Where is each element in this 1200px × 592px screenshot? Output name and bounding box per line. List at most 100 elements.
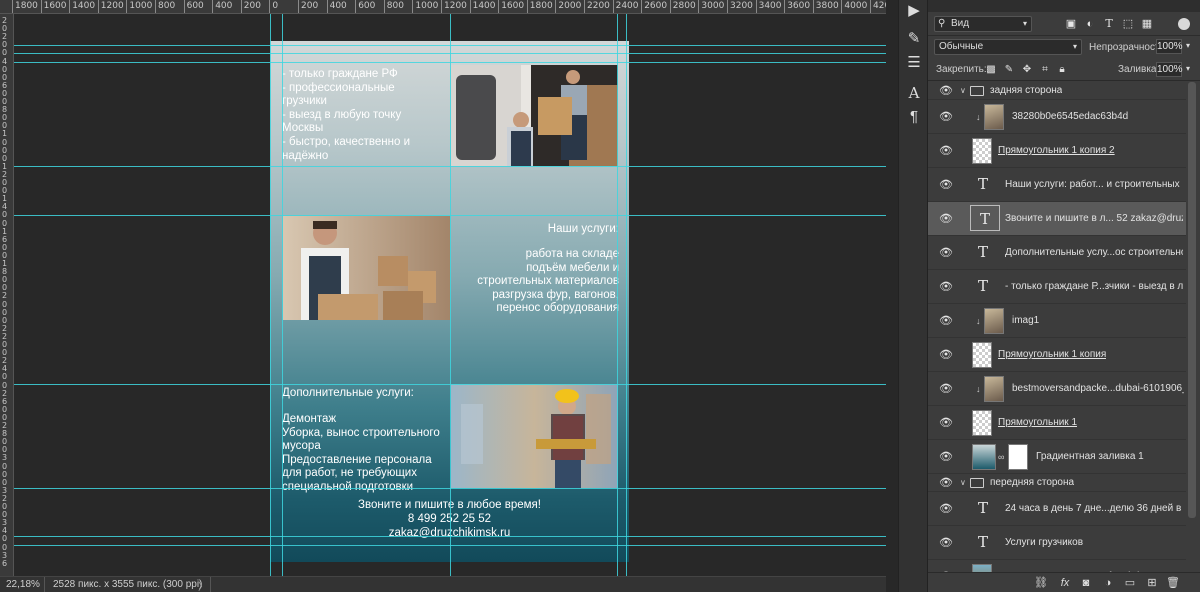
guide-vertical[interactable] xyxy=(617,14,618,576)
services-list[interactable]: работа на складе подъём мебели и строите… xyxy=(459,248,619,316)
layer-name[interactable]: Услуги грузчиков xyxy=(1005,537,1083,548)
filter-adjustment-icon[interactable]: ◐ xyxy=(1083,17,1097,31)
layer-name[interactable]: imag1 xyxy=(1012,315,1039,326)
filter-toggle[interactable] xyxy=(1178,18,1190,30)
text-requirements[interactable]: - только граждане РФ - профессиональные … xyxy=(282,68,432,163)
canvas-area[interactable]: - только граждане РФ - профессиональные … xyxy=(14,14,886,576)
layer-group[interactable]: 👁︎ ∨ задняя сторона xyxy=(928,82,1186,100)
adjustment-layer-icon[interactable]: ◑ xyxy=(1101,576,1115,590)
layer-name[interactable]: Градиентная заливка 1 xyxy=(1036,451,1144,462)
layer-name[interactable]: - только граждане Р...зчики - выезд в лю… xyxy=(1005,281,1183,292)
lock-pixels-icon[interactable]: ✎ xyxy=(1002,63,1016,77)
layer-name[interactable]: Звоните и пишите в л... 52 zakaz@druzchi… xyxy=(1005,213,1183,224)
layer-name[interactable]: bestmoversandpacke...dubai-6101906_1920 xyxy=(1012,383,1184,394)
document-info[interactable]: 2528 пикс. x 3555 пикс. (300 ppi) xyxy=(44,577,212,592)
chevron-down-icon[interactable]: ∨ xyxy=(960,86,966,95)
link-layers-icon[interactable]: ⛓︎ xyxy=(1034,576,1048,590)
layer-item[interactable]: 👁︎ T Дополнительные услу...ос строительн… xyxy=(928,236,1186,270)
eye-icon[interactable]: 👁︎ xyxy=(938,314,954,328)
eye-icon[interactable]: 👁︎ xyxy=(938,280,954,294)
fx-icon[interactable]: fx xyxy=(1058,576,1072,590)
new-group-icon[interactable]: ▭ xyxy=(1123,576,1137,590)
photo-movers-van[interactable] xyxy=(451,65,618,166)
photo-worker-helmet[interactable] xyxy=(451,384,618,488)
lock-all-icon[interactable]: 🔒︎ xyxy=(1055,63,1069,77)
layer-item[interactable]: 👁︎ Прямоугольник 1 копия xyxy=(928,338,1186,372)
layer-name[interactable]: Прямоугольник 1 копия 2 xyxy=(998,145,1115,156)
new-layer-icon[interactable]: ⊞ xyxy=(1145,576,1159,590)
brush-settings-icon[interactable]: ✎ xyxy=(903,28,925,50)
layer-name[interactable]: Дополнительные услу...ос строительного м xyxy=(1005,247,1183,258)
guide-vertical[interactable] xyxy=(626,14,627,576)
layer-item[interactable]: 👁︎ ↓ 38280b0e6545edac63b4d xyxy=(928,100,1186,134)
opacity-dropdown-icon[interactable]: ▾ xyxy=(1186,41,1190,50)
eye-icon[interactable]: 👁︎ xyxy=(938,348,954,362)
lock-transparent-icon[interactable]: ▩ xyxy=(984,63,998,77)
extra-services-title[interactable]: Дополнительные услуги: xyxy=(282,387,442,401)
extra-services-list[interactable]: Демонтаж Уборка, вынос строительного мус… xyxy=(282,413,452,495)
kind-filter-select[interactable]: ⚲ Вид ▾ xyxy=(934,16,1032,32)
eye-icon[interactable]: 👁︎ xyxy=(938,110,954,124)
zoom-level[interactable]: 22,18% xyxy=(6,579,40,590)
layer-item[interactable]: 👁︎ Прямоугольник 1 xyxy=(928,406,1186,440)
eye-icon[interactable]: 👁︎ xyxy=(938,536,954,550)
add-mask-icon[interactable]: ◙ xyxy=(1079,576,1093,590)
eye-icon[interactable]: 👁︎ xyxy=(938,246,954,260)
adjust-icon[interactable]: ☰ xyxy=(903,52,925,74)
guide-vertical[interactable] xyxy=(270,14,271,576)
layer-group[interactable]: 👁︎ ∨ передняя сторона xyxy=(928,474,1186,492)
layer-item[interactable]: 👁︎ T 24 часа в день 7 дне...делю 36 дней… xyxy=(928,492,1186,526)
photo-worker-box[interactable] xyxy=(283,216,450,320)
layer-item[interactable]: 👁︎ T Наши услуги: работ... и строительны… xyxy=(928,168,1186,202)
eye-icon[interactable]: 👁︎ xyxy=(938,178,954,192)
eye-icon[interactable]: 👁︎ xyxy=(938,84,954,98)
layer-item[interactable]: 👁︎ ↓ bestmoversandpacke...dubai-6101906_… xyxy=(928,372,1186,406)
eye-icon[interactable]: 👁︎ xyxy=(938,144,954,158)
guide-vertical[interactable] xyxy=(282,14,283,576)
eye-icon[interactable]: 👁︎ xyxy=(938,382,954,396)
layer-item[interactable]: 👁︎ ∞ Градиентная заливка 1 xyxy=(928,440,1186,474)
layer-item[interactable]: 👁︎ T - только граждане Р...зчики - выезд… xyxy=(928,270,1186,304)
blend-mode-select[interactable]: Обычные ▾ xyxy=(934,39,1082,55)
eye-icon[interactable]: 👁︎ xyxy=(938,416,954,430)
layer-name[interactable]: задняя сторона xyxy=(990,85,1062,96)
layer-item[interactable]: 👁︎ Прямоугольник 1 копия 2 xyxy=(928,134,1186,168)
lock-artboard-icon[interactable]: ⌗ xyxy=(1038,63,1052,77)
filter-smartobject-icon[interactable]: ▦ xyxy=(1140,17,1154,31)
trash-icon[interactable]: 🗑︎ xyxy=(1166,576,1180,590)
layer-item[interactable]: 👁︎ ↓ imag1 xyxy=(928,304,1186,338)
paragraph-icon[interactable]: ¶ xyxy=(903,106,925,128)
blend-row: Обычные ▾ Непрозрачность: 100% ▾ xyxy=(928,37,1200,59)
chevron-down-icon[interactable]: ∨ xyxy=(960,478,966,487)
ruler-horizontal[interactable]: 1800 1600 1400 1200 1000 800 600 400 200 0 200 400 6… xyxy=(0,0,886,14)
layers-scrollbar[interactable] xyxy=(1188,82,1196,518)
filter-pixel-icon[interactable]: ▣ xyxy=(1064,17,1078,31)
layer-name[interactable]: Прямоугольник 1 копия xyxy=(998,349,1106,360)
character-icon[interactable]: A xyxy=(903,82,925,104)
layer-item[interactable]: 👁︎ 454c4244556758a387e5fa47bd68e253 xyxy=(928,560,1186,572)
layer-name[interactable]: 38280b0e6545edac63b4d xyxy=(1012,111,1128,122)
layer-name[interactable]: Прямоугольник 1 xyxy=(998,417,1077,428)
ruler-tick-label: 3600 xyxy=(787,1,811,11)
layer-name[interactable]: передняя сторона xyxy=(990,477,1074,488)
play-icon[interactable]: ▶ xyxy=(903,0,925,22)
ruler-vertical[interactable]: 2020040060080010001200140016001800200022… xyxy=(0,14,14,576)
filter-shape-icon[interactable]: ⬚ xyxy=(1121,17,1135,31)
layer-item[interactable]: 👁︎ T Услуги грузчиков xyxy=(928,526,1186,560)
lock-position-icon[interactable]: ✥ xyxy=(1020,63,1034,77)
eye-icon[interactable]: 👁︎ xyxy=(938,476,954,490)
layer-name[interactable]: Наши услуги: работ... и строительных мат xyxy=(1005,179,1183,190)
services-title[interactable]: Наши услуги: xyxy=(469,223,619,237)
layer-name[interactable]: 24 часа в день 7 дне...делю 36 дней в го… xyxy=(1005,503,1183,514)
eye-icon[interactable]: 👁︎ xyxy=(938,450,954,464)
guide-vertical[interactable] xyxy=(450,14,451,576)
lock-label: Закрепить: xyxy=(936,64,987,75)
opacity-input[interactable]: 100% xyxy=(1156,39,1183,54)
fill-input[interactable]: 100% xyxy=(1156,62,1183,77)
filter-type-icon[interactable]: T xyxy=(1102,17,1116,31)
eye-icon[interactable]: 👁︎ xyxy=(938,212,954,226)
eye-icon[interactable]: 👁︎ xyxy=(938,502,954,516)
layer-item-selected[interactable]: 👁︎ T Звоните и пишите в л... 52 zakaz@dr… xyxy=(928,202,1186,236)
status-menu-arrow[interactable]: 〉 xyxy=(198,578,208,592)
fill-dropdown-icon[interactable]: ▾ xyxy=(1186,64,1190,73)
